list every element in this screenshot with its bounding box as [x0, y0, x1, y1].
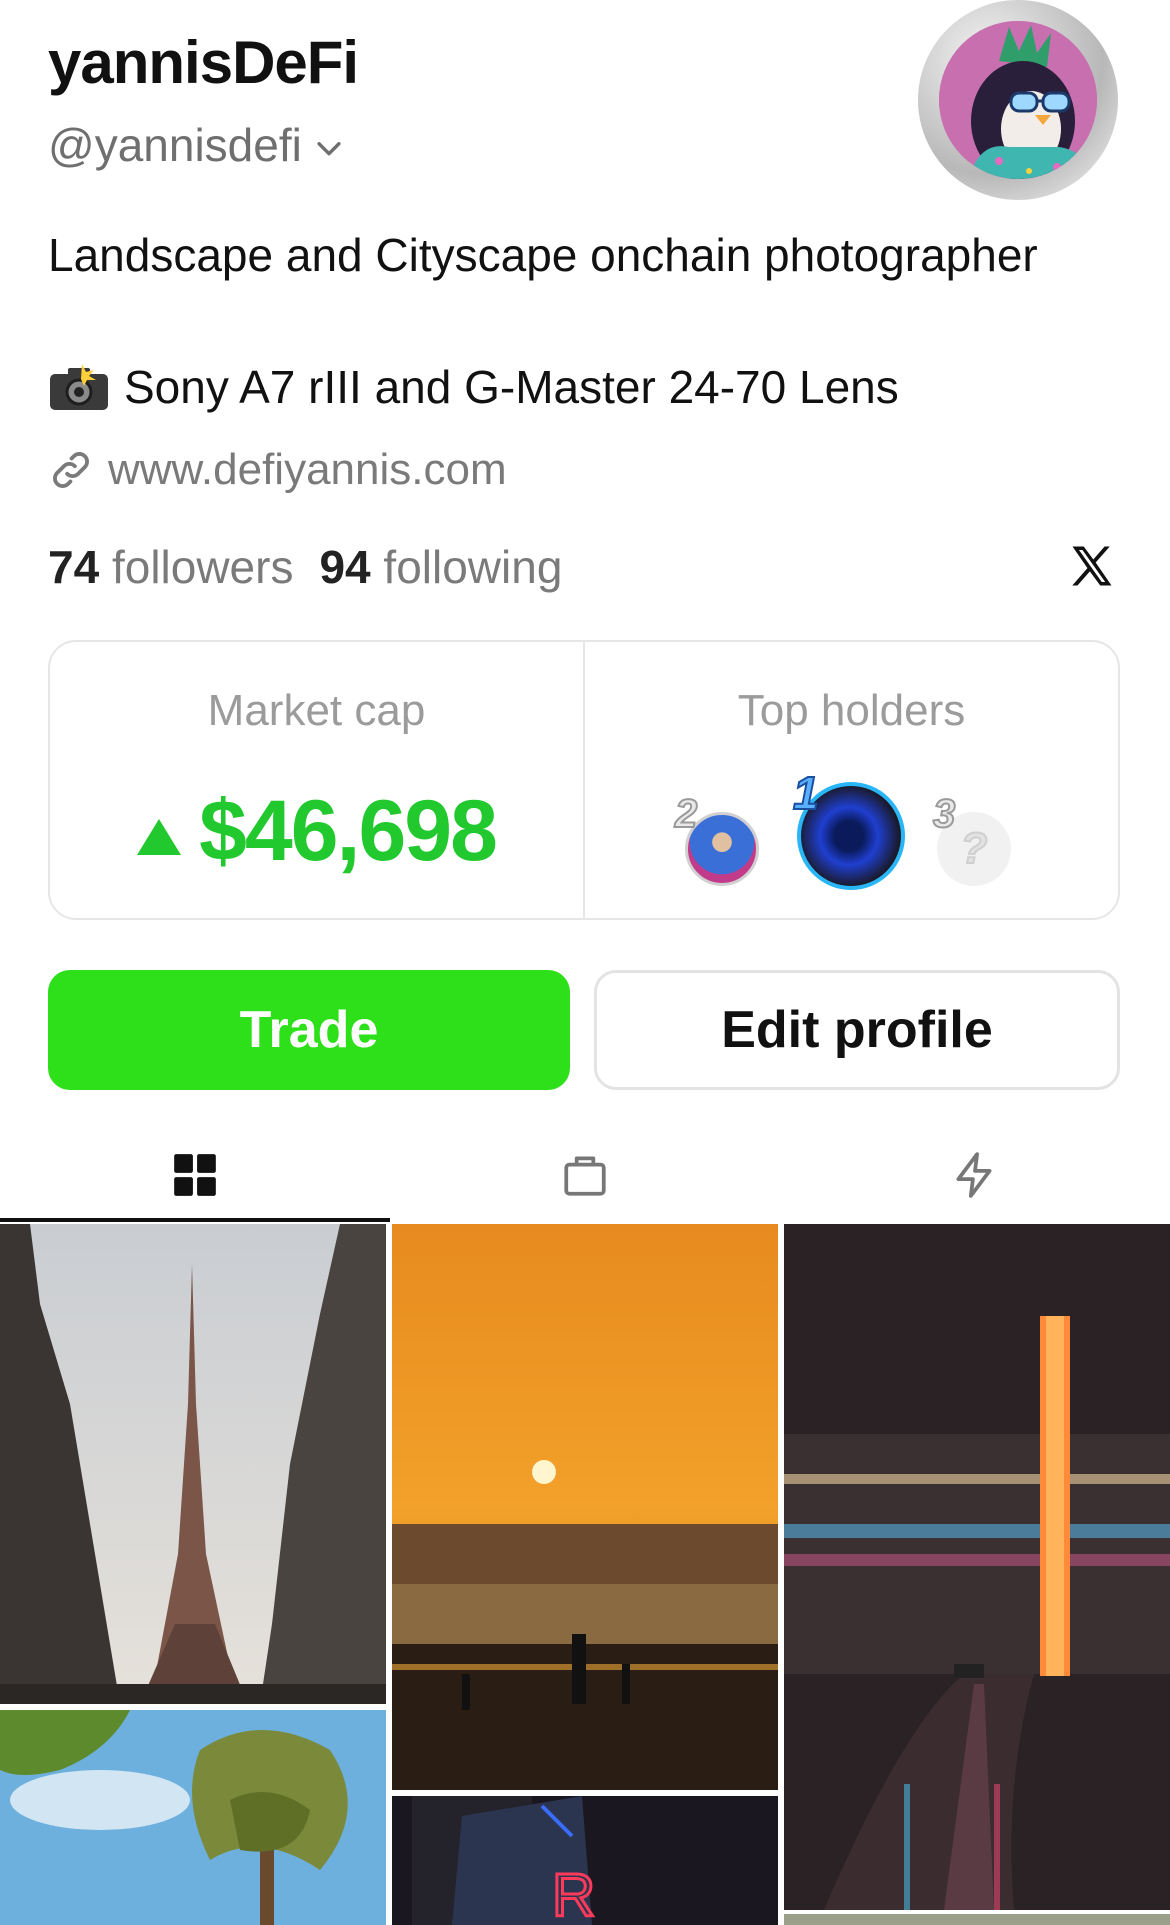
tab-posts[interactable] [0, 1130, 390, 1220]
photo-image: R [392, 1796, 778, 1925]
top-holders-panel[interactable]: Top holders 2 1 ? 3 [583, 642, 1118, 918]
tab-activity[interactable] [780, 1130, 1170, 1220]
display-name: yannisDeFi [48, 29, 359, 96]
top-holders-label: Top holders [737, 686, 966, 735]
stats-card: Market cap $46,698 Top holders 2 1 ? 3 [48, 640, 1120, 920]
bio-gear-text: Sony A7 rIII and G-Master 24-70 Lens [124, 361, 899, 413]
svg-text:R: R [552, 1862, 595, 1925]
followers-label: followers [111, 541, 294, 593]
holder-rank-2: 2 [674, 791, 698, 837]
bio-line: Landscape and Cityscape onchain photogra… [48, 229, 1038, 281]
holder-rank-3: 3 [932, 791, 956, 837]
tab-collected[interactable] [390, 1130, 780, 1220]
photo-beach-sunset[interactable] [392, 1224, 778, 1790]
bag-icon [564, 1156, 606, 1196]
camera-flash-icon [50, 364, 108, 410]
photo-city-night[interactable] [784, 1224, 1170, 1910]
photo-image [784, 1914, 1170, 1925]
x-logo-icon[interactable] [1066, 540, 1118, 592]
following-stat[interactable]: 94 following [319, 540, 562, 594]
market-cap-label: Market cap [207, 686, 426, 735]
chevron-down-icon [317, 142, 341, 156]
market-cap-value: $46,698 [50, 782, 583, 881]
edit-profile-button[interactable]: Edit profile [594, 970, 1120, 1090]
active-tab-indicator [0, 1218, 390, 1222]
following-label: following [383, 541, 563, 593]
photo-neon-sign[interactable]: R [392, 1796, 778, 1925]
photo-partial[interactable] [784, 1914, 1170, 1925]
following-count: 94 [319, 541, 371, 593]
bio-line-camera: Sony A7 rIII and G-Master 24-70 Lens [48, 360, 899, 414]
photo-image [0, 1224, 386, 1704]
website-link[interactable]: www.defiyannis.com [48, 445, 507, 495]
unknown-holder-icon: ? [960, 823, 989, 874]
trade-button[interactable]: Trade [48, 970, 570, 1090]
lightning-icon [956, 1152, 992, 1198]
market-cap-amount: $46,698 [199, 783, 498, 879]
website-text: www.defiyannis.com [108, 445, 507, 494]
followers-count: 74 [48, 541, 100, 593]
photo-image [784, 1224, 1170, 1910]
market-cap-panel[interactable]: Market cap $46,698 [50, 642, 583, 918]
handle-text: @yannisdefi [48, 119, 302, 171]
followers-stat[interactable]: 74 followers [48, 540, 293, 594]
link-icon [53, 452, 89, 488]
follow-stats: 74 followers 94 following [48, 540, 562, 594]
holder-rank-1: 1 [792, 766, 820, 820]
handle-switcher[interactable]: @yannisdefi [48, 118, 346, 172]
grid-icon [174, 1154, 216, 1196]
photo-tree-sky[interactable] [0, 1710, 386, 1925]
photo-image [392, 1224, 778, 1790]
trend-up-icon [137, 818, 182, 855]
photo-eiffel-tower[interactable] [0, 1224, 386, 1704]
penguin-avatar-image [939, 21, 1097, 179]
photo-image [0, 1710, 386, 1925]
avatar[interactable] [918, 0, 1118, 200]
